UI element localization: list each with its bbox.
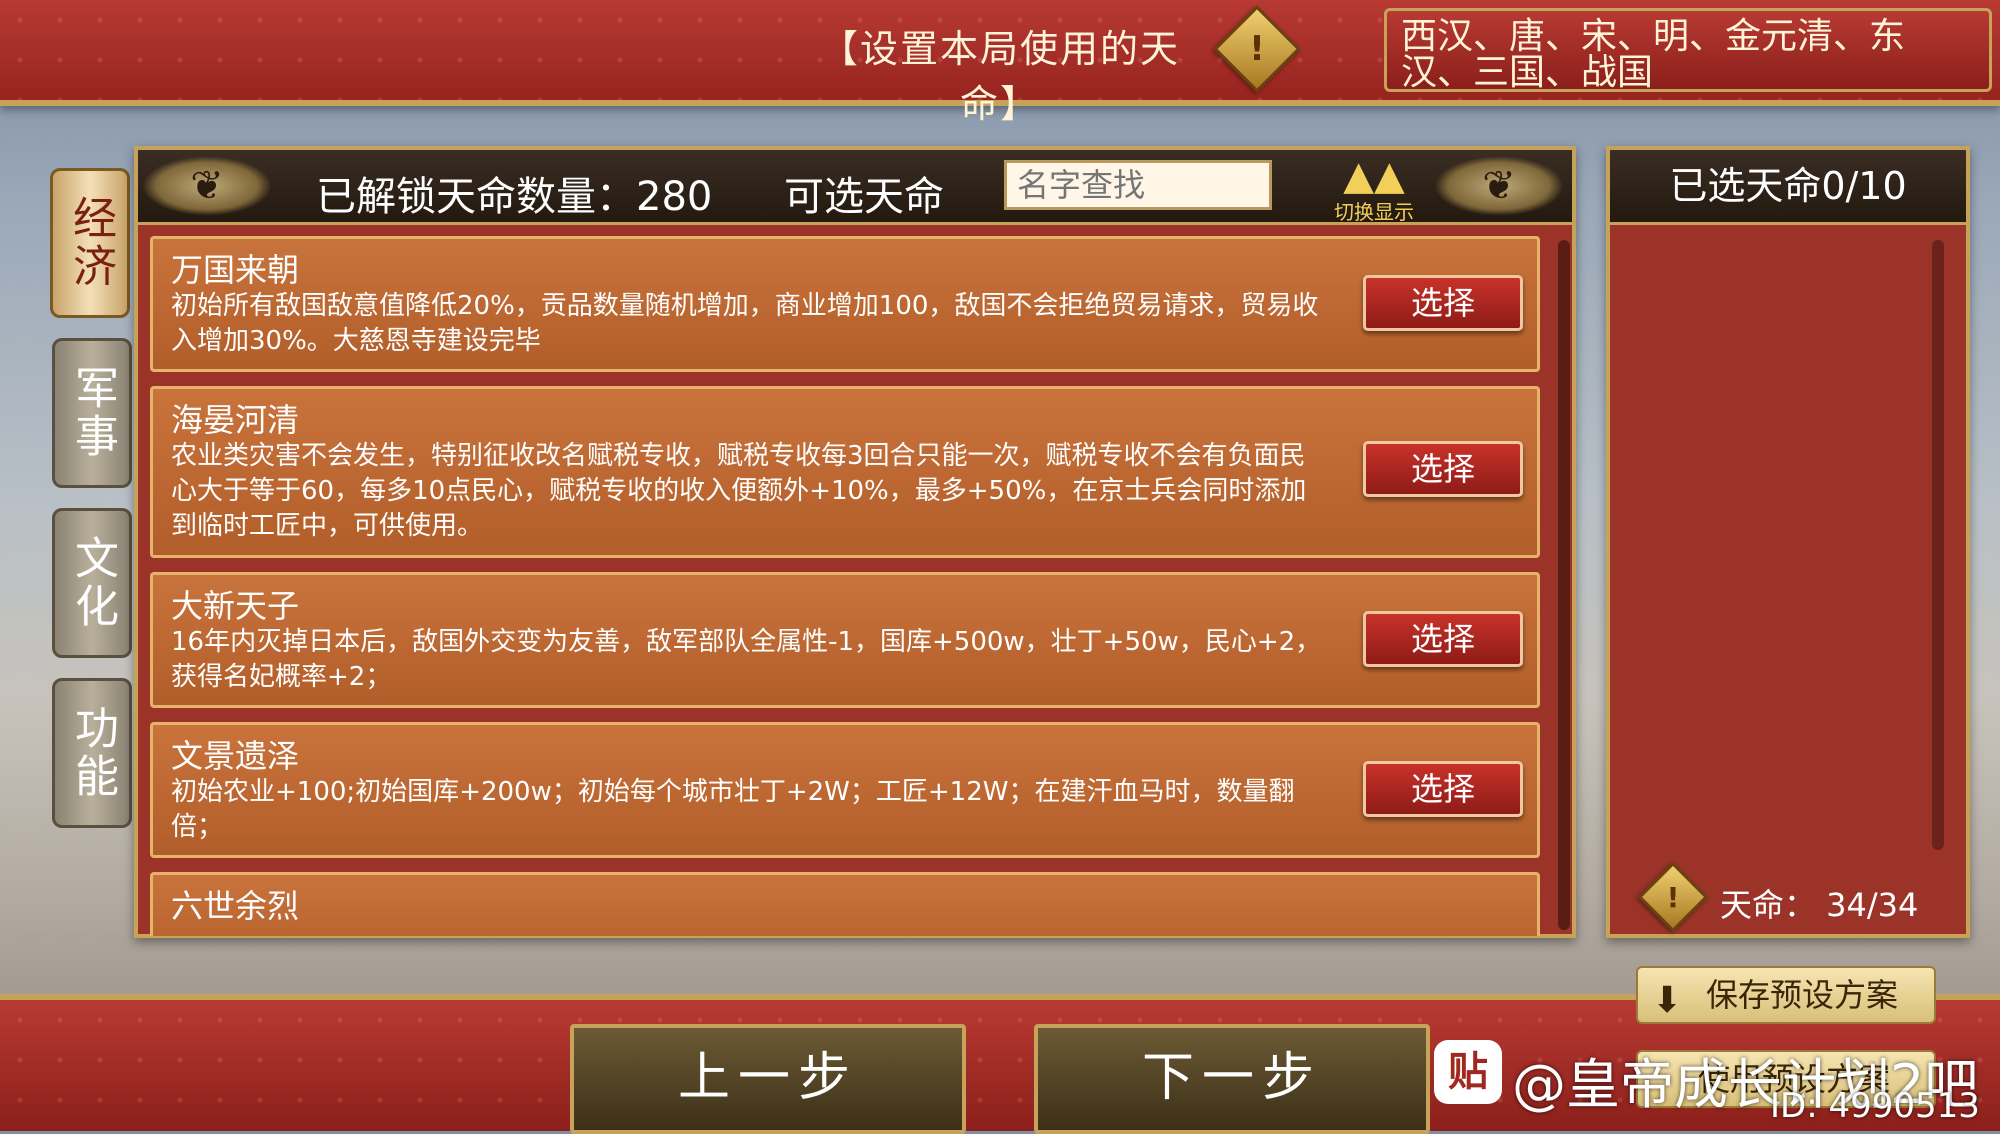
list-item: 文景遗泽 初始农业+100;初始国库+200w；初始每个城市壮丁+2W；工匠+1… — [150, 722, 1540, 858]
top-bar: 【设置本局使用的天命】 ! 西汉、唐、宋、明、金元清、东汉、三国、战国 — [0, 0, 2000, 126]
list-item: 海晏河清 农业类灾害不会发生，特别征收改名赋税专收，赋税专收每3回合只能一次，赋… — [150, 386, 1540, 558]
save-preset-button[interactable]: ⬇ 保存预设方案 — [1636, 966, 1936, 1024]
selected-fate-panel: 已选天命0/10 ! 天命： 34/34 — [1606, 146, 1970, 938]
fate-description: 初始农业+100;初始国库+200w；初始每个城市壮丁+2W；工匠+12W；在建… — [171, 777, 1295, 842]
fate-title: 文景遗泽 — [171, 737, 300, 775]
fate-title: 大新天子 — [171, 587, 300, 625]
tab-culture[interactable]: 文化 — [52, 508, 132, 658]
toggle-display-button[interactable]: ▲▲ 切换显示 — [1328, 153, 1420, 224]
fate-list-panel: ❦ 已解锁天命数量：280 可选天命 ▲▲ 切换显示 ❦ 万国来朝 初始所有敌国… — [134, 146, 1576, 938]
fate-list[interactable]: 万国来朝 初始所有敌国敌意值降低20%，贡品数量随机增加，商业增加100，敌国不… — [150, 236, 1540, 936]
fate-description: 初始所有敌国敌意值降低20%，贡品数量随机增加，商业增加100，敌国不会拒绝贸易… — [171, 291, 1319, 356]
fate-description: 农业类灾害不会发生，特别征收改名赋税专收，赋税专收每3回合只能一次，赋税专收不会… — [171, 441, 1307, 541]
page-title: 【设置本局使用的天命】 — [819, 27, 1180, 126]
list-item: 六世余烈 — [150, 872, 1540, 936]
search-input[interactable] — [1004, 160, 1272, 210]
selected-scrollbar[interactable] — [1932, 240, 1944, 850]
panel-header: ❦ 已解锁天命数量：280 可选天命 ▲▲ 切换显示 ❦ — [138, 150, 1572, 225]
dynasty-list: 西汉、唐、宋、明、金元清、东汉、三国、战国 — [1384, 8, 1992, 92]
next-step-button[interactable]: 下一步 — [1034, 1024, 1430, 1134]
fate-title: 万国来朝 — [171, 251, 300, 289]
select-button[interactable]: 选择 — [1363, 275, 1523, 331]
toggle-display-icon: ▲▲ — [1343, 153, 1405, 199]
selectable-label: 可选天命 — [784, 174, 944, 220]
list-item: 万国来朝 初始所有敌国敌意值降低20%，贡品数量随机增加，商业增加100，敌国不… — [150, 236, 1540, 372]
selected-count: 已选天命0/10 — [1610, 150, 1966, 225]
fate-description: 16年内灭掉日本后，敌国外交变为友善，敌军部队全属性-1，国库+500w，壮丁+… — [171, 627, 1322, 692]
unlocked-count: 已解锁天命数量：280 — [316, 174, 713, 220]
download-icon: ⬇ — [1652, 980, 1683, 1021]
list-item: 大新天子 16年内灭掉日本后，敌国外交变为友善，敌军部队全属性-1，国库+500… — [150, 572, 1540, 708]
tieba-logo-icon: 贴 — [1434, 1040, 1502, 1104]
dragon-ornament-icon: ❦ — [1434, 156, 1564, 216]
list-scrollbar[interactable] — [1558, 240, 1570, 930]
fate-quota: 天命： 34/34 — [1720, 886, 1919, 924]
select-button[interactable]: 选择 — [1363, 441, 1523, 497]
fate-title: 六世余烈 — [171, 887, 300, 925]
warning-icon[interactable]: ! — [1637, 861, 1709, 933]
tab-economy[interactable]: 经济 — [50, 168, 130, 318]
watermark-id: ID: 4990513 — [1770, 1086, 1980, 1126]
dragon-ornament-icon: ❦ — [142, 156, 272, 216]
tab-function[interactable]: 功能 — [52, 678, 132, 828]
select-button[interactable]: 选择 — [1363, 611, 1523, 667]
select-button[interactable]: 选择 — [1363, 761, 1523, 817]
warning-icon[interactable]: ! — [1213, 5, 1301, 93]
prev-step-button[interactable]: 上一步 — [570, 1024, 966, 1134]
tab-military[interactable]: 军事 — [52, 338, 132, 488]
fate-title: 海晏河清 — [171, 401, 300, 439]
